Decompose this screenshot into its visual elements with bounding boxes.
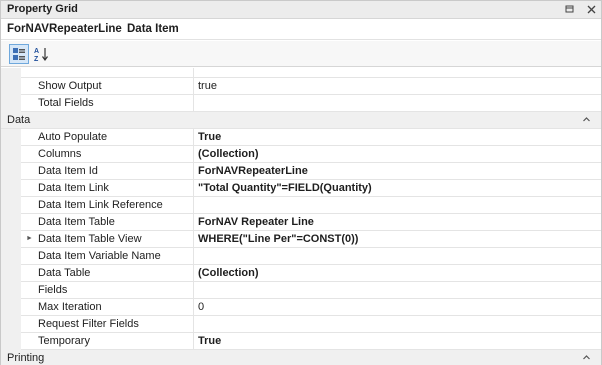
object-type: Data Item [127,23,179,35]
property-row-request-filter-fields[interactable]: Request Filter Fields [1,316,601,333]
row-gutter [1,146,21,163]
property-name: Temporary [21,333,194,350]
property-name: Auto Populate [21,129,194,146]
row-gutter [1,333,21,350]
property-row-data-item-table[interactable]: Data Item Table ForNAV Repeater Line [1,214,601,231]
property-row-partial[interactable] [1,68,601,78]
title-bar: Property Grid [1,1,601,19]
property-value[interactable]: "Total Quantity"=FIELD(Quantity) [195,180,595,197]
property-row-data-item-variable-name[interactable]: Data Item Variable Name [1,248,601,265]
property-value[interactable]: WHERE("Line Per"=CONST(0)) [195,231,595,248]
row-gutter [1,197,21,214]
property-name: Request Filter Fields [21,316,194,333]
property-row-data-item-table-view[interactable]: ► Data Item Table View WHERE("Line Per"=… [1,231,601,248]
chevron-up-icon[interactable] [582,353,591,365]
row-gutter [1,282,21,299]
property-name: Max Iteration [21,299,194,316]
categorized-icon[interactable] [9,44,29,64]
property-value[interactable] [195,197,595,214]
svg-text:A: A [34,48,39,55]
property-grid: Show Output true Total Fields Data Auto … [1,68,601,365]
row-gutter [1,78,21,95]
property-row-total-fields[interactable]: Total Fields [1,95,601,112]
row-gutter [1,68,21,78]
row-gutter [1,316,21,333]
chevron-up-icon[interactable] [582,115,591,127]
property-row-data-table[interactable]: Data Table (Collection) [1,265,601,282]
property-name: Fields [21,282,194,299]
row-gutter [1,299,21,316]
property-value[interactable] [195,282,595,299]
property-name: Data Item Link Reference [21,197,194,214]
property-row-show-output[interactable]: Show Output true [1,78,601,95]
property-value[interactable] [195,316,595,333]
property-name: Data Item Table View [21,231,194,248]
property-value[interactable] [195,248,595,265]
svg-text:Z: Z [34,56,39,62]
property-row-fields[interactable]: Fields [1,282,601,299]
property-row-auto-populate[interactable]: Auto Populate True [1,129,601,146]
property-row-data-item-link[interactable]: Data Item Link "Total Quantity"=FIELD(Qu… [1,180,601,197]
property-name: Data Item Link [21,180,194,197]
row-gutter [1,214,21,231]
property-value[interactable]: true [195,78,595,95]
property-row-max-iteration[interactable]: Max Iteration 0 [1,299,601,316]
selected-object-bar: ForNAVRepeaterLine Data Item [1,20,601,40]
property-value[interactable]: (Collection) [195,146,595,163]
property-row-data-item-link-reference[interactable]: Data Item Link Reference [1,197,601,214]
property-name: Show Output [21,78,194,95]
grid-toolbar: A Z [1,41,601,67]
property-name [21,68,194,78]
category-label: Printing [7,352,45,364]
property-name: Data Item Variable Name [21,248,194,265]
category-data[interactable]: Data [1,112,601,129]
panel-title: Property Grid [7,3,78,15]
property-value[interactable]: True [195,333,595,350]
row-gutter [1,248,21,265]
property-row-columns[interactable]: Columns (Collection) [1,146,601,163]
property-value[interactable]: True [195,129,595,146]
property-name: Data Table [21,265,194,282]
property-row-data-item-id[interactable]: Data Item Id ForNAVRepeaterLine [1,163,601,180]
property-value[interactable]: ForNAVRepeaterLine [195,163,595,180]
alphabetical-sort-icon[interactable]: A Z [31,44,51,64]
property-value[interactable]: (Collection) [195,265,595,282]
property-value [195,68,595,78]
object-name: ForNAVRepeaterLine [7,23,122,35]
row-gutter [1,95,21,112]
property-name: Data Item Table [21,214,194,231]
property-value[interactable] [195,95,595,112]
row-gutter [1,265,21,282]
pin-icon[interactable] [561,2,577,17]
property-name: Columns [21,146,194,163]
row-gutter [1,180,21,197]
category-label: Data [7,114,31,126]
row-gutter [1,129,21,146]
property-value[interactable]: ForNAV Repeater Line [195,214,595,231]
property-grid-panel: Property Grid ForNAVRepeaterLine Data It… [0,0,602,365]
property-name: Data Item Id [21,163,194,180]
property-value[interactable]: 0 [195,299,595,316]
close-icon[interactable] [583,2,599,17]
property-name: Total Fields [21,95,194,112]
property-row-temporary[interactable]: Temporary True [1,333,601,350]
row-gutter [1,231,21,248]
row-gutter [1,163,21,180]
category-printing[interactable]: Printing [1,350,601,365]
